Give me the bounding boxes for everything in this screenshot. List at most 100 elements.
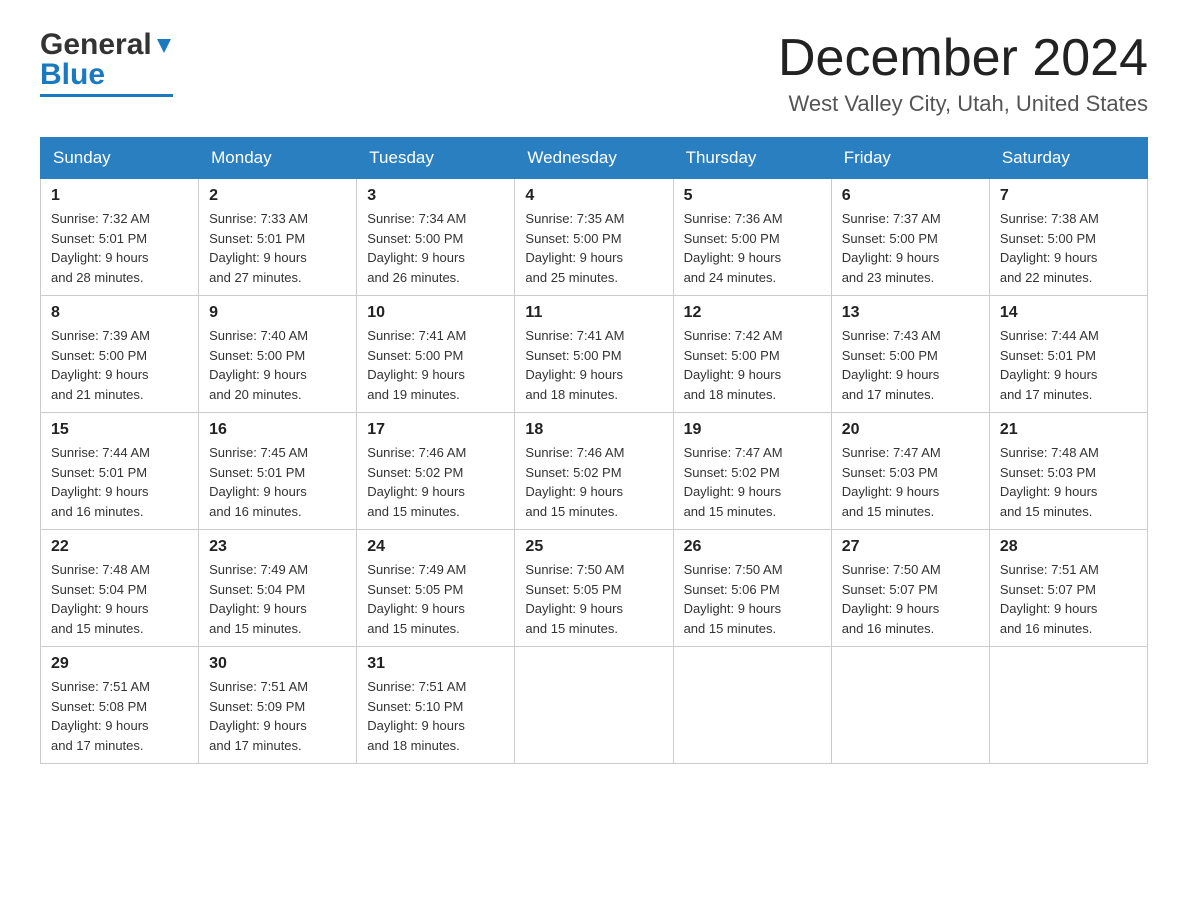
day-info: Sunrise: 7:47 AMSunset: 5:02 PMDaylight:…	[684, 443, 821, 521]
day-number: 18	[525, 421, 662, 439]
empty-cell	[831, 647, 989, 764]
page-header: General Blue December 2024 West Valley C…	[40, 30, 1148, 117]
empty-cell	[989, 647, 1147, 764]
day-info: Sunrise: 7:46 AMSunset: 5:02 PMDaylight:…	[525, 443, 662, 521]
column-header-thursday: Thursday	[673, 138, 831, 179]
day-info: Sunrise: 7:48 AMSunset: 5:03 PMDaylight:…	[1000, 443, 1137, 521]
calendar-day-cell: 7Sunrise: 7:38 AMSunset: 5:00 PMDaylight…	[989, 179, 1147, 296]
day-info: Sunrise: 7:50 AMSunset: 5:06 PMDaylight:…	[684, 560, 821, 638]
calendar-day-cell: 22 Sunrise: 7:48 AMSunset: 5:04 PMDayligh…	[41, 530, 199, 647]
day-number: 17	[367, 421, 504, 439]
day-number: 26	[684, 538, 821, 556]
day-info: Sunrise: 7:48 AMSunset: 5:04 PMDaylight:…	[51, 560, 188, 638]
calendar-day-cell: 14 Sunrise: 7:44 AMSunset: 5:01 PMDayligh…	[989, 296, 1147, 413]
day-number: 23	[209, 538, 346, 556]
calendar-title: December 2024	[778, 30, 1148, 87]
day-info: Sunrise: 7:39 AMSunset: 5:00 PMDaylight:…	[51, 326, 188, 404]
day-info: Sunrise: 7:51 AMSunset: 5:07 PMDaylight:…	[1000, 560, 1137, 638]
day-number: 7	[1000, 187, 1137, 205]
day-number: 5	[684, 187, 821, 205]
day-number: 31	[367, 655, 504, 673]
calendar-day-cell: 6 Sunrise: 7:37 AMSunset: 5:00 PMDaylight…	[831, 179, 989, 296]
column-header-sunday: Sunday	[41, 138, 199, 179]
calendar-day-cell: 19 Sunrise: 7:47 AMSunset: 5:02 PMDayligh…	[673, 413, 831, 530]
logo-general-text: General	[40, 30, 152, 60]
day-info: Sunrise: 7:50 AMSunset: 5:07 PMDaylight:…	[842, 560, 979, 638]
calendar-week-row: 29Sunrise: 7:51 AMSunset: 5:08 PMDayligh…	[41, 647, 1148, 764]
day-number: 10	[367, 304, 504, 322]
logo: General Blue	[40, 30, 173, 97]
day-number: 9	[209, 304, 346, 322]
day-number: 4	[525, 187, 662, 205]
day-number: 19	[684, 421, 821, 439]
day-info: Sunrise: 7:49 AMSunset: 5:04 PMDaylight:…	[209, 560, 346, 638]
calendar-day-cell: 4Sunrise: 7:35 AMSunset: 5:00 PMDaylight…	[515, 179, 673, 296]
calendar-day-cell: 13 Sunrise: 7:43 AMSunset: 5:00 PMDayligh…	[831, 296, 989, 413]
calendar-day-cell: 5 Sunrise: 7:36 AMSunset: 5:00 PMDaylight…	[673, 179, 831, 296]
day-info: Sunrise: 7:33 AMSunset: 5:01 PMDaylight:…	[209, 209, 346, 287]
calendar-week-row: 1 Sunrise: 7:32 AMSunset: 5:01 PMDaylight…	[41, 179, 1148, 296]
day-number: 15	[51, 421, 188, 439]
day-info: Sunrise: 7:42 AMSunset: 5:00 PMDaylight:…	[684, 326, 821, 404]
calendar-day-cell: 27Sunrise: 7:50 AMSunset: 5:07 PMDayligh…	[831, 530, 989, 647]
calendar-day-cell: 26 Sunrise: 7:50 AMSunset: 5:06 PMDayligh…	[673, 530, 831, 647]
day-number: 28	[1000, 538, 1137, 556]
calendar-day-cell: 18 Sunrise: 7:46 AMSunset: 5:02 PMDayligh…	[515, 413, 673, 530]
calendar-day-cell: 17Sunrise: 7:46 AMSunset: 5:02 PMDayligh…	[357, 413, 515, 530]
day-info: Sunrise: 7:32 AMSunset: 5:01 PMDaylight:…	[51, 209, 188, 287]
day-number: 13	[842, 304, 979, 322]
calendar-day-cell: 24 Sunrise: 7:49 AMSunset: 5:05 PMDayligh…	[357, 530, 515, 647]
day-info: Sunrise: 7:37 AMSunset: 5:00 PMDaylight:…	[842, 209, 979, 287]
day-info: Sunrise: 7:41 AMSunset: 5:00 PMDaylight:…	[525, 326, 662, 404]
day-number: 6	[842, 187, 979, 205]
calendar-day-cell: 15Sunrise: 7:44 AMSunset: 5:01 PMDayligh…	[41, 413, 199, 530]
day-number: 22	[51, 538, 188, 556]
calendar-day-cell: 28 Sunrise: 7:51 AMSunset: 5:07 PMDayligh…	[989, 530, 1147, 647]
day-info: Sunrise: 7:50 AMSunset: 5:05 PMDaylight:…	[525, 560, 662, 638]
calendar-header-row: SundayMondayTuesdayWednesdayThursdayFrid…	[41, 138, 1148, 179]
day-info: Sunrise: 7:41 AMSunset: 5:00 PMDaylight:…	[367, 326, 504, 404]
empty-cell	[515, 647, 673, 764]
day-info: Sunrise: 7:51 AMSunset: 5:10 PMDaylight:…	[367, 677, 504, 755]
day-number: 3	[367, 187, 504, 205]
column-header-friday: Friday	[831, 138, 989, 179]
day-info: Sunrise: 7:47 AMSunset: 5:03 PMDaylight:…	[842, 443, 979, 521]
calendar-day-cell: 21Sunrise: 7:48 AMSunset: 5:03 PMDayligh…	[989, 413, 1147, 530]
calendar-week-row: 15Sunrise: 7:44 AMSunset: 5:01 PMDayligh…	[41, 413, 1148, 530]
logo-arrow-icon	[155, 37, 173, 60]
calendar-day-cell: 1 Sunrise: 7:32 AMSunset: 5:01 PMDaylight…	[41, 179, 199, 296]
calendar-day-cell: 30 Sunrise: 7:51 AMSunset: 5:09 PMDayligh…	[199, 647, 357, 764]
title-section: December 2024 West Valley City, Utah, Un…	[778, 30, 1148, 117]
calendar-day-cell: 2 Sunrise: 7:33 AMSunset: 5:01 PMDaylight…	[199, 179, 357, 296]
day-info: Sunrise: 7:43 AMSunset: 5:00 PMDaylight:…	[842, 326, 979, 404]
day-number: 1	[51, 187, 188, 205]
column-header-tuesday: Tuesday	[357, 138, 515, 179]
logo-underline	[40, 94, 173, 97]
day-info: Sunrise: 7:49 AMSunset: 5:05 PMDaylight:…	[367, 560, 504, 638]
day-number: 14	[1000, 304, 1137, 322]
day-info: Sunrise: 7:40 AMSunset: 5:00 PMDaylight:…	[209, 326, 346, 404]
calendar-day-cell: 16 Sunrise: 7:45 AMSunset: 5:01 PMDayligh…	[199, 413, 357, 530]
calendar-day-cell: 12Sunrise: 7:42 AMSunset: 5:00 PMDayligh…	[673, 296, 831, 413]
day-number: 30	[209, 655, 346, 673]
day-number: 24	[367, 538, 504, 556]
day-info: Sunrise: 7:36 AMSunset: 5:00 PMDaylight:…	[684, 209, 821, 287]
day-info: Sunrise: 7:45 AMSunset: 5:01 PMDaylight:…	[209, 443, 346, 521]
day-number: 25	[525, 538, 662, 556]
calendar-day-cell: 25 Sunrise: 7:50 AMSunset: 5:05 PMDayligh…	[515, 530, 673, 647]
day-number: 2	[209, 187, 346, 205]
calendar-day-cell: 10 Sunrise: 7:41 AMSunset: 5:00 PMDayligh…	[357, 296, 515, 413]
calendar-day-cell: 8Sunrise: 7:39 AMSunset: 5:00 PMDaylight…	[41, 296, 199, 413]
day-info: Sunrise: 7:34 AMSunset: 5:00 PMDaylight:…	[367, 209, 504, 287]
calendar-day-cell: 20Sunrise: 7:47 AMSunset: 5:03 PMDayligh…	[831, 413, 989, 530]
calendar-day-cell: 9 Sunrise: 7:40 AMSunset: 5:00 PMDaylight…	[199, 296, 357, 413]
day-info: Sunrise: 7:44 AMSunset: 5:01 PMDaylight:…	[1000, 326, 1137, 404]
column-header-wednesday: Wednesday	[515, 138, 673, 179]
day-info: Sunrise: 7:51 AMSunset: 5:08 PMDaylight:…	[51, 677, 188, 755]
day-number: 16	[209, 421, 346, 439]
column-header-monday: Monday	[199, 138, 357, 179]
day-number: 11	[525, 304, 662, 322]
empty-cell	[673, 647, 831, 764]
column-header-saturday: Saturday	[989, 138, 1147, 179]
day-info: Sunrise: 7:51 AMSunset: 5:09 PMDaylight:…	[209, 677, 346, 755]
